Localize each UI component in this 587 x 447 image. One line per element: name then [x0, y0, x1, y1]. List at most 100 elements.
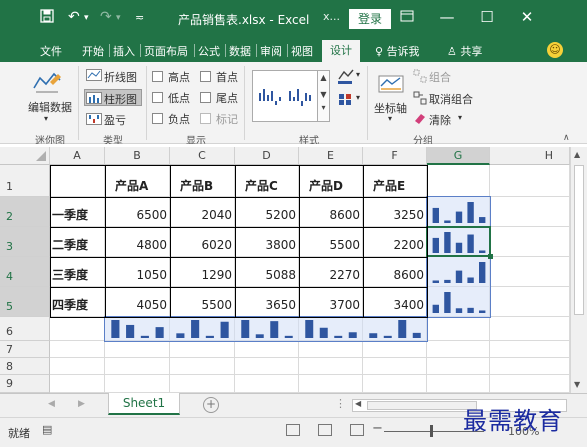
sparkline-group-row6-selection[interactable]	[104, 316, 428, 342]
share-button[interactable]: ♙ 共享	[447, 43, 482, 59]
sparkline-group-g-selection[interactable]	[426, 196, 491, 318]
cell-c1[interactable]: 产品B	[170, 165, 235, 197]
cell-a8[interactable]	[50, 358, 105, 375]
column-header-b[interactable]: B	[105, 147, 170, 165]
type-line-button[interactable]: 折线图	[104, 69, 137, 85]
cell-g6[interactable]	[427, 317, 490, 341]
cell-c5[interactable]: 5500	[170, 287, 235, 317]
tab-file[interactable]: 文件	[40, 43, 62, 59]
cell-d4[interactable]: 5088	[235, 257, 299, 287]
cell-b1[interactable]: 产品A	[105, 165, 170, 197]
tab-data[interactable]: 数据	[229, 43, 251, 59]
cell-f8[interactable]	[363, 358, 427, 375]
cell-d2[interactable]: 5200	[235, 197, 299, 227]
cell-a7[interactable]	[50, 341, 105, 358]
edit-data-icon[interactable]	[32, 68, 62, 99]
clear-button[interactable]: 清除	[429, 112, 451, 128]
type-winloss-button[interactable]: 盈亏	[104, 112, 126, 128]
cell-b3[interactable]: 4800	[105, 227, 170, 257]
clear-dropdown-icon[interactable]: ▾	[458, 113, 462, 122]
sparkline-color-dropdown-icon[interactable]: ▾	[356, 70, 360, 79]
cell-d3[interactable]: 3800	[235, 227, 299, 257]
cell-e8[interactable]	[299, 358, 363, 375]
cell-b7[interactable]	[105, 341, 170, 358]
cell-d1[interactable]: 产品C	[235, 165, 299, 197]
cell-h6[interactable]	[490, 317, 570, 341]
minimize-icon[interactable]: —	[432, 8, 462, 26]
row-header-6[interactable]: 6	[0, 317, 50, 341]
cell-c3[interactable]: 6020	[170, 227, 235, 257]
scroll-down-arrow-icon[interactable]: ▼	[574, 380, 580, 389]
marker-color-icon[interactable]	[337, 92, 355, 109]
cell-g8[interactable]	[427, 358, 490, 375]
scroll-left-arrow-icon[interactable]: ◀	[355, 399, 361, 408]
cell-c7[interactable]	[170, 341, 235, 358]
tab-split-handle-icon[interactable]: ⋮	[335, 397, 346, 410]
gallery-more-icon[interactable]: ▾	[318, 103, 329, 112]
page-break-view-icon[interactable]	[350, 424, 364, 436]
cell-g7[interactable]	[427, 341, 490, 358]
cell-h3[interactable]	[490, 227, 570, 257]
tab-page-layout[interactable]: 页面布局	[144, 43, 188, 59]
cell-f3[interactable]: 2200	[363, 227, 427, 257]
cell-f2[interactable]: 3250	[363, 197, 427, 227]
high-point-checkbox[interactable]	[152, 71, 163, 82]
next-sheet-icon[interactable]: ▶	[78, 399, 85, 409]
cell-e9[interactable]	[299, 375, 363, 393]
row-header-7[interactable]: 7	[0, 341, 50, 358]
scroll-up-arrow-icon[interactable]: ▲	[574, 150, 580, 159]
marker-color-dropdown-icon[interactable]: ▾	[356, 93, 360, 102]
ungroup-button[interactable]: 取消组合	[429, 91, 473, 107]
tab-insert[interactable]: 插入	[113, 43, 135, 59]
cell-h5[interactable]	[490, 287, 570, 317]
edit-data-button[interactable]: 编辑数据	[28, 99, 72, 115]
cell-a3[interactable]: 二季度	[50, 227, 105, 257]
redo-dropdown-icon[interactable]: ▾	[116, 13, 121, 23]
column-header-a[interactable]: A	[50, 147, 105, 165]
cell-c4[interactable]: 1290	[170, 257, 235, 287]
last-point-checkbox[interactable]	[200, 92, 211, 103]
row-header-5[interactable]: 5	[0, 287, 50, 317]
cell-d7[interactable]	[235, 341, 299, 358]
page-layout-view-icon[interactable]	[318, 424, 332, 436]
login-button[interactable]: 登录	[349, 9, 391, 29]
maximize-icon[interactable]: ☐	[472, 8, 502, 26]
type-column-button[interactable]: 柱形图	[104, 91, 137, 107]
cell-d8[interactable]	[235, 358, 299, 375]
cell-e2[interactable]: 8600	[299, 197, 363, 227]
close-icon[interactable]: ✕	[512, 8, 542, 26]
axis-icon[interactable]	[378, 70, 404, 99]
cell-c9[interactable]	[170, 375, 235, 393]
sheet-tab-sheet1[interactable]: Sheet1	[108, 393, 180, 415]
prev-sheet-icon[interactable]: ◀	[48, 399, 55, 409]
cell-a2[interactable]: 一季度	[50, 197, 105, 227]
cell-f9[interactable]	[363, 375, 427, 393]
account-x-icon[interactable]: ⅹ...	[323, 10, 340, 23]
column-header-e[interactable]: E	[299, 147, 363, 165]
cell-e1[interactable]: 产品D	[299, 165, 363, 197]
vertical-scroll-thumb[interactable]	[574, 165, 584, 315]
save-icon[interactable]	[40, 9, 54, 27]
column-header-d[interactable]: D	[235, 147, 299, 165]
cell-d5[interactable]: 3650	[235, 287, 299, 317]
column-header-c[interactable]: C	[170, 147, 235, 165]
row-header-8[interactable]: 8	[0, 358, 50, 375]
style-gallery-scroll[interactable]: ▲ ▼ ▾	[318, 70, 330, 122]
cell-a1[interactable]	[50, 165, 105, 197]
cell-e5[interactable]: 3700	[299, 287, 363, 317]
zoom-slider-thumb[interactable]	[430, 425, 433, 437]
first-point-checkbox[interactable]	[200, 71, 211, 82]
cell-h8[interactable]	[490, 358, 570, 375]
row-header-4[interactable]: 4	[0, 257, 50, 287]
row-header-1[interactable]: 1	[0, 165, 50, 197]
vertical-scrollbar[interactable]: ▲ ▼	[570, 147, 587, 393]
cell-b9[interactable]	[105, 375, 170, 393]
fill-handle[interactable]	[488, 254, 493, 259]
cell-b2[interactable]: 6500	[105, 197, 170, 227]
cell-h1[interactable]	[490, 165, 570, 197]
edit-data-dropdown-icon[interactable]: ▾	[44, 114, 48, 123]
axis-dropdown-icon[interactable]: ▾	[388, 114, 392, 123]
scroll-down-icon[interactable]: ▼	[318, 90, 329, 99]
active-cell-g3[interactable]	[426, 226, 491, 257]
cell-a9[interactable]	[50, 375, 105, 393]
